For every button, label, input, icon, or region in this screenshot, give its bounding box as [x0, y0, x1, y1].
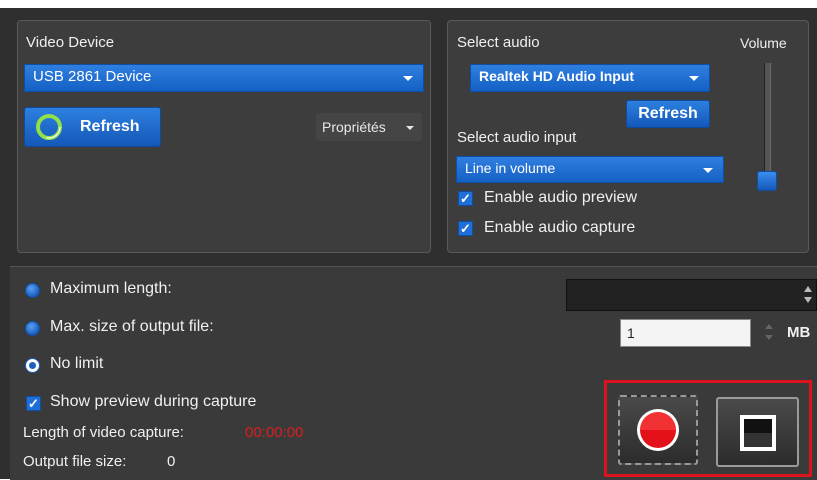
properties-label: Propriétés	[322, 119, 386, 135]
video-device-selected: USB 2861 Device	[33, 68, 152, 85]
capture-settings-window: Video Device USB 2861 Device Refresh Pro…	[0, 0, 817, 480]
audio-device-dropdown[interactable]: Realtek HD Audio Input	[470, 64, 710, 92]
chevron-down-icon	[689, 76, 699, 81]
max-size-unit: MB	[787, 324, 811, 341]
volume-label: Volume	[740, 35, 787, 51]
output-size-value: 0	[167, 453, 176, 470]
video-refresh-button[interactable]: Refresh	[24, 107, 161, 147]
enable-audio-preview-checkbox[interactable]: ✓	[458, 191, 473, 206]
audio-panel: Select audio Realtek HD Audio Input Refr…	[447, 20, 809, 253]
audio-input-dropdown[interactable]: Line in volume	[456, 156, 724, 183]
no-limit-radio[interactable]	[25, 358, 40, 373]
audio-refresh-label: Refresh	[638, 105, 698, 122]
output-size-label: Output file size:	[23, 453, 127, 470]
video-device-dropdown[interactable]: USB 2861 Device	[24, 64, 424, 92]
max-size-radio[interactable]	[25, 321, 40, 336]
enable-audio-capture-label: Enable audio capture	[484, 219, 636, 236]
maximum-length-input[interactable]	[566, 279, 817, 311]
chevron-down-icon	[703, 167, 713, 173]
chevron-down-icon	[403, 76, 413, 81]
enable-audio-capture-checkbox[interactable]: ✓	[458, 221, 473, 236]
record-icon	[637, 409, 679, 451]
audio-device-selected: Realtek HD Audio Input	[479, 68, 635, 84]
no-limit-label: No limit	[50, 355, 104, 372]
video-device-heading: Video Device	[26, 34, 115, 51]
select-audio-heading: Select audio	[457, 34, 540, 51]
video-refresh-label: Refresh	[80, 118, 140, 135]
volume-slider-track[interactable]	[764, 63, 771, 187]
video-length-label: Length of video capture:	[23, 424, 184, 441]
video-length-value: 00:00:00	[245, 424, 304, 441]
show-preview-checkbox[interactable]: ✓	[26, 396, 41, 411]
volume-slider-thumb[interactable]	[757, 171, 777, 191]
enable-audio-preview-label: Enable audio preview	[484, 189, 637, 206]
spinner-up-icon[interactable]	[804, 286, 812, 292]
spinner-down-icon[interactable]	[804, 297, 812, 303]
show-preview-label: Show preview during capture	[50, 393, 257, 410]
properties-menu-button[interactable]: Propriétés	[316, 113, 422, 141]
record-button[interactable]	[618, 395, 698, 465]
select-audio-input-heading: Select audio input	[457, 129, 577, 146]
stop-button[interactable]	[716, 397, 799, 467]
max-size-label: Max. size of output file:	[50, 318, 214, 335]
maximum-length-radio[interactable]	[25, 283, 40, 298]
max-size-value: 1	[627, 325, 635, 341]
refresh-icon	[36, 114, 62, 140]
chevron-down-icon	[406, 126, 414, 130]
spinner-up-icon[interactable]	[765, 324, 773, 329]
top-strip	[0, 0, 817, 8]
max-size-input[interactable]: 1	[620, 319, 751, 347]
audio-refresh-button[interactable]: Refresh	[626, 100, 710, 128]
spinner-down-icon[interactable]	[765, 335, 773, 340]
audio-input-selected: Line in volume	[465, 160, 556, 176]
stop-icon	[740, 415, 776, 451]
maximum-length-label: Maximum length:	[50, 280, 172, 297]
video-device-panel: Video Device USB 2861 Device Refresh Pro…	[17, 20, 431, 253]
